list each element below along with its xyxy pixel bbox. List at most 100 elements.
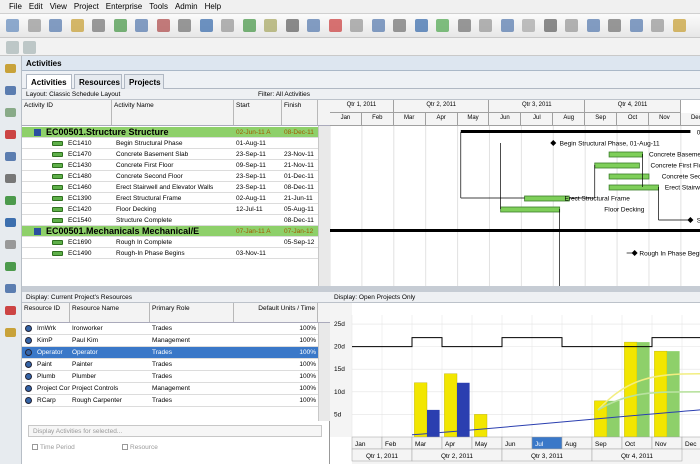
tracking-icon[interactable] xyxy=(5,174,16,183)
documents-icon[interactable] xyxy=(5,306,16,315)
wbs-summary-bar[interactable] xyxy=(330,229,700,232)
resource-scrollbar[interactable] xyxy=(318,323,330,421)
level-icon[interactable] xyxy=(414,19,428,32)
activity-bar[interactable] xyxy=(608,173,650,180)
tab-projects[interactable]: Projects xyxy=(124,74,164,89)
activity-bar[interactable] xyxy=(524,195,570,202)
activity-row[interactable]: EC1540 Structure Complete 08-Dec-11 xyxy=(22,215,318,226)
find-icon[interactable] xyxy=(113,19,127,32)
usage-display-label[interactable]: Display: Open Projects Only xyxy=(334,294,415,301)
undo-icon[interactable] xyxy=(135,19,148,32)
refresh-icon[interactable] xyxy=(672,19,686,32)
menu-edit[interactable]: Edit xyxy=(29,2,43,11)
column-activity-name[interactable]: Activity Name xyxy=(112,100,234,125)
menu-tools[interactable]: Tools xyxy=(149,2,168,11)
copy-icon[interactable] xyxy=(49,19,62,32)
column-default-units[interactable]: Default Units / Time xyxy=(234,303,318,322)
menu-project[interactable]: Project xyxy=(74,2,99,11)
wbs-summary-bar[interactable] xyxy=(460,130,691,133)
activity-bar[interactable] xyxy=(608,151,643,158)
resource-row[interactable]: IrnWrk Ironworker Trades 100% xyxy=(22,323,318,335)
back-icon[interactable] xyxy=(6,41,19,54)
filter-label[interactable]: Filter: All Activities xyxy=(258,91,310,98)
forward-icon[interactable] xyxy=(23,41,36,54)
open-icon[interactable] xyxy=(6,19,19,32)
layout-icon[interactable] xyxy=(242,19,256,32)
assignments-icon[interactable] xyxy=(5,262,16,271)
resource-row[interactable]: Paint Painter Trades 100% xyxy=(22,359,318,371)
columns-icon[interactable] xyxy=(264,19,277,32)
tab-resources[interactable]: Resources xyxy=(74,74,122,89)
activity-row[interactable]: EC1420 Floor Decking 12-Jul-11 05-Aug-11 xyxy=(22,204,318,215)
menu-file[interactable]: File xyxy=(9,2,22,11)
resource-row[interactable]: Operator Operator Trades 100% xyxy=(22,347,318,359)
column-start[interactable]: Start xyxy=(234,100,282,125)
menu-help[interactable]: Help xyxy=(205,2,221,11)
issues-icon[interactable] xyxy=(5,196,16,205)
column-finish[interactable]: Finish xyxy=(282,100,318,125)
zoom-out-icon[interactable] xyxy=(371,19,385,32)
time-period-checkbox[interactable]: Time Period xyxy=(32,444,75,451)
tab-activities[interactable]: Activities xyxy=(26,74,72,89)
gantt-icon[interactable] xyxy=(307,19,320,32)
bars-icon[interactable] xyxy=(285,19,299,32)
column-activity-id[interactable]: Activity ID xyxy=(22,100,112,125)
sort-icon[interactable] xyxy=(221,19,234,32)
schedule-icon[interactable] xyxy=(393,19,406,32)
apply-icon[interactable] xyxy=(457,19,471,32)
activity-row[interactable]: EC1460 Erect Stairwell and Elevator Walls… xyxy=(22,182,318,193)
resource-row[interactable]: Plumb Plumber Trades 100% xyxy=(22,371,318,383)
activity-row[interactable]: EC1690 Rough In Complete 05-Sep-12 xyxy=(22,237,318,248)
resource-row[interactable]: RCarp Rough Carpenter Trades 100% xyxy=(22,395,318,407)
resources-icon[interactable] xyxy=(5,152,16,161)
options-icon[interactable] xyxy=(651,19,664,32)
print-icon[interactable] xyxy=(27,19,41,32)
column-primary-role[interactable]: Primary Role xyxy=(150,303,234,322)
activity-row[interactable]: EC1470 Concrete Basement Slab 23-Sep-11 23-… xyxy=(22,149,318,160)
menu-view[interactable]: View xyxy=(50,2,67,11)
activity-row[interactable]: EC1390 Erect Structural Frame 02-Aug-11 21-… xyxy=(22,193,318,204)
threshold-icon[interactable] xyxy=(5,328,16,337)
activity-row[interactable]: EC1430 Concrete First Floor 09-Sep-11 21-No… xyxy=(22,160,318,171)
layout-label[interactable]: Layout: Classic Schedule Layout xyxy=(26,91,120,98)
reports-icon[interactable] xyxy=(5,240,16,249)
activity-bar[interactable] xyxy=(500,206,561,213)
store-icon[interactable] xyxy=(436,19,449,32)
menu-enterprise[interactable]: Enterprise xyxy=(106,2,142,11)
milestone-diamond[interactable] xyxy=(550,140,557,146)
resource-row[interactable]: KimP Paul Kim Management 100% xyxy=(22,335,318,347)
redo-icon[interactable] xyxy=(156,19,170,32)
notes-icon[interactable] xyxy=(565,19,578,32)
wbs-row[interactable]: EC00501.Structure Structure 02-Jun-11 A 08… xyxy=(22,127,318,138)
timescale-icon[interactable] xyxy=(479,19,492,32)
display-activities-button[interactable]: Display Activities for selected... xyxy=(28,425,322,437)
menu-admin[interactable]: Admin xyxy=(175,2,198,11)
activity-bar[interactable] xyxy=(608,184,659,191)
baseline-icon[interactable] xyxy=(500,19,514,32)
activities-icon[interactable] xyxy=(5,130,16,139)
resource-display-label[interactable]: Display: Current Project's Resources xyxy=(26,294,132,301)
resource-row[interactable]: Project ContrProject Controls Management 1… xyxy=(22,383,318,395)
paste-icon[interactable] xyxy=(70,19,84,32)
spell-icon[interactable] xyxy=(586,19,600,32)
group-icon[interactable] xyxy=(199,19,213,32)
column-resource-id[interactable]: Resource ID xyxy=(22,303,70,322)
filter-2-icon[interactable] xyxy=(629,19,643,32)
projects-icon[interactable] xyxy=(5,64,16,73)
chart-icon[interactable] xyxy=(328,19,342,32)
progress-icon[interactable] xyxy=(522,19,535,32)
portfolio-icon[interactable] xyxy=(5,86,16,95)
activity-row[interactable]: EC1480 Concrete Second Floor 23-Sep-11 01-D… xyxy=(22,171,318,182)
attach-icon[interactable] xyxy=(543,19,557,32)
risks-icon[interactable] xyxy=(5,218,16,227)
activity-bar[interactable] xyxy=(594,162,640,169)
activity-scrollbar[interactable] xyxy=(318,126,330,286)
cut-icon[interactable] xyxy=(92,19,105,32)
column-resource-name[interactable]: Resource Name xyxy=(70,303,150,322)
help-icon[interactable] xyxy=(608,19,621,32)
wbs-icon[interactable] xyxy=(5,108,16,117)
resource-checkbox[interactable]: Resource xyxy=(122,444,158,451)
wbs-row[interactable]: EC00501.Mechanicals Mechanical/E 07-Jan-1… xyxy=(22,226,318,237)
activity-row[interactable]: EC1490 Rough-In Phase Begins 03-Nov-11 xyxy=(22,248,318,259)
activity-row[interactable]: EC1410 Begin Structural Phase 01-Aug-11 xyxy=(22,138,318,149)
